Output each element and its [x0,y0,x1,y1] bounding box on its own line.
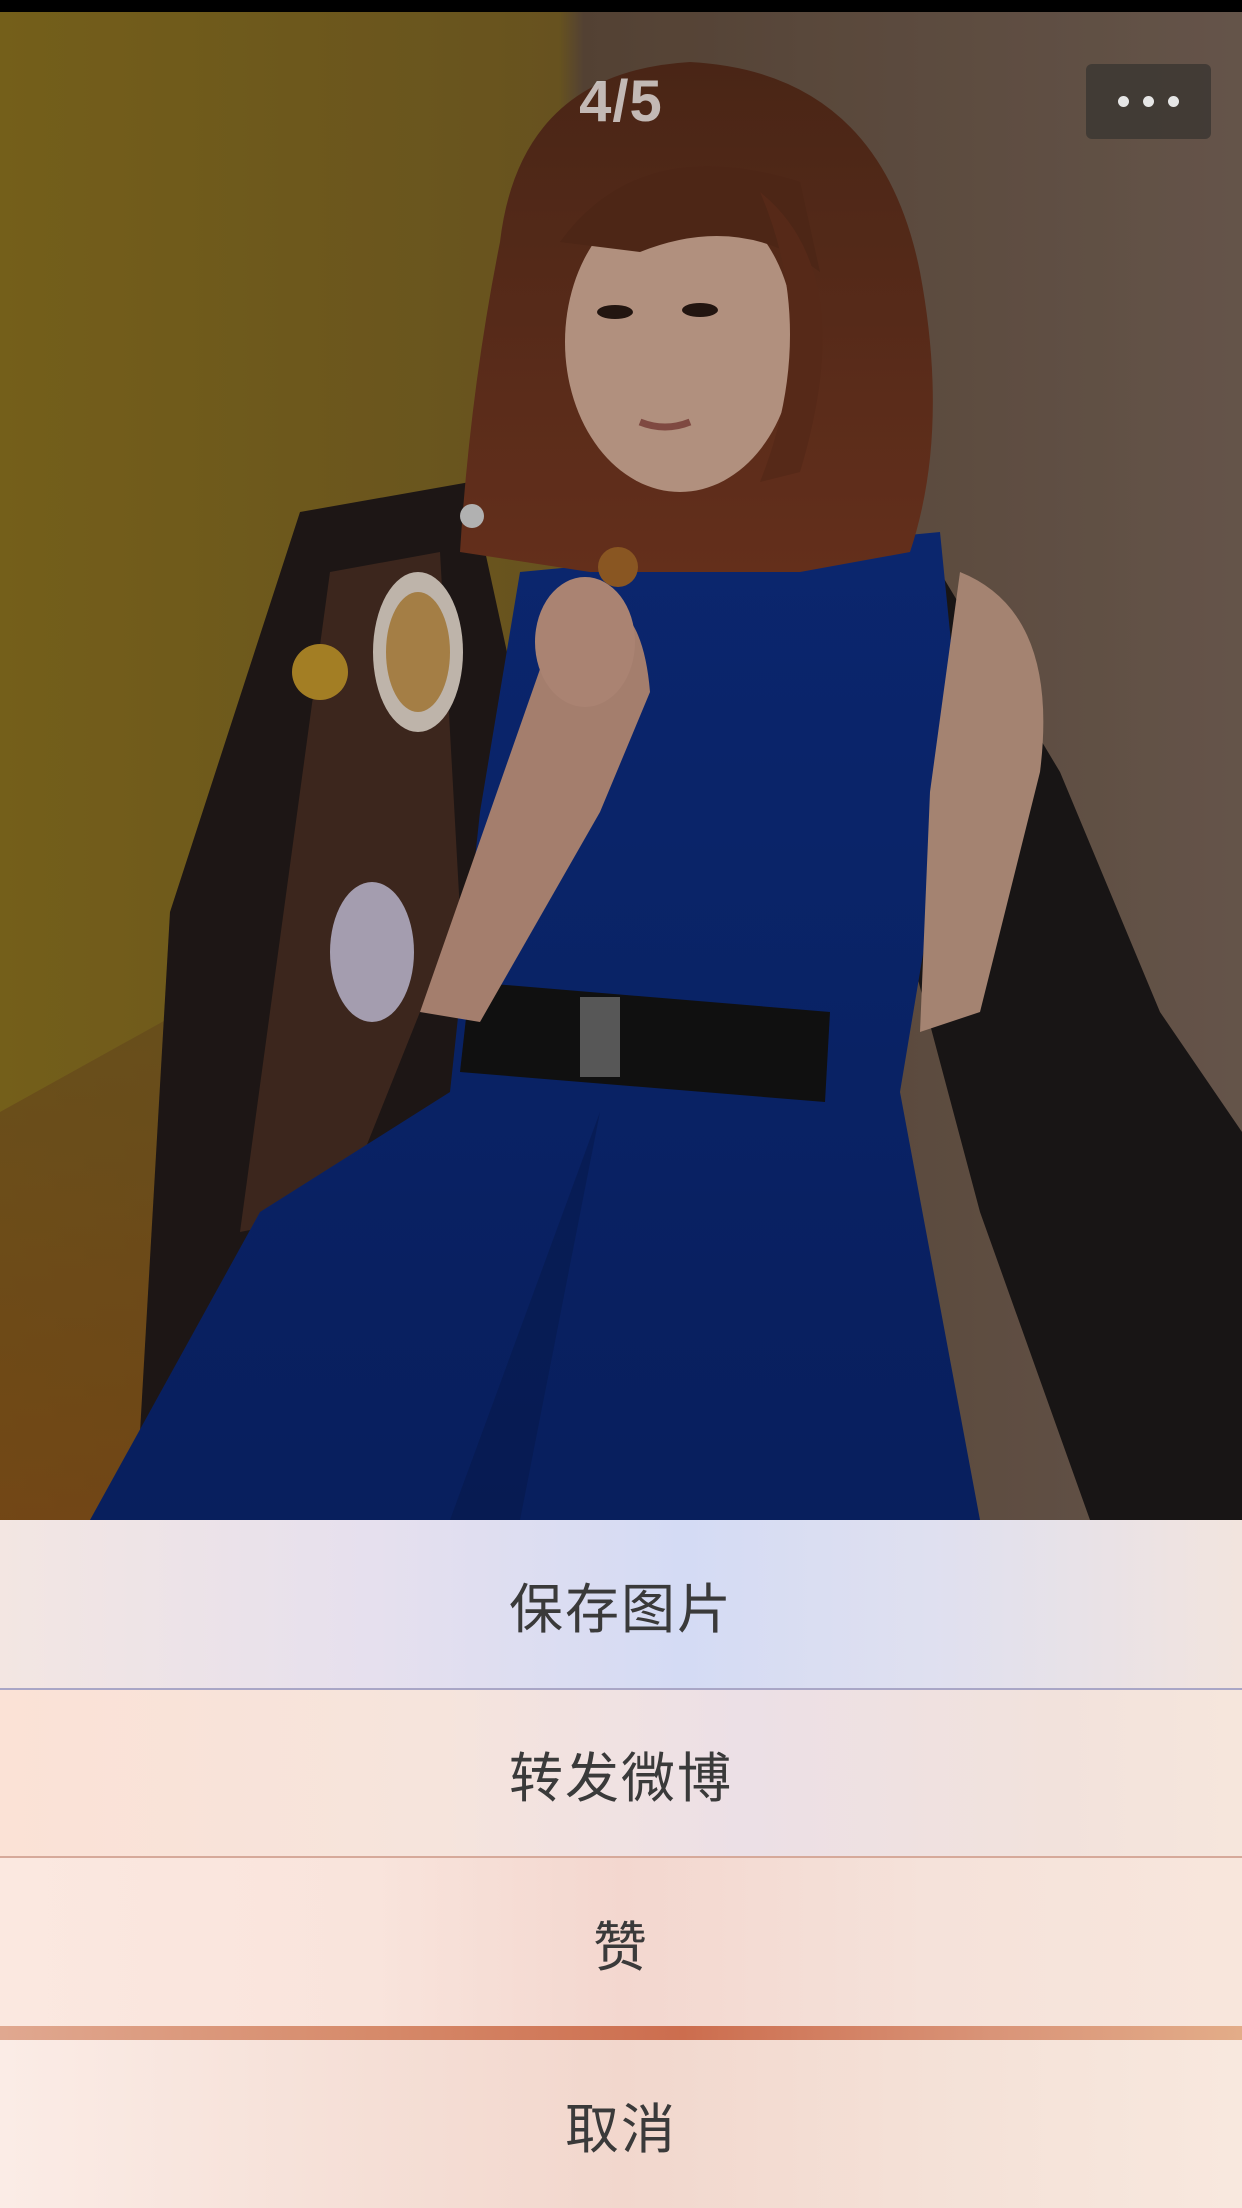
ellipsis-icon [1168,96,1179,107]
photo-viewer-screen: 4/5 保存图片 转发微博 赞 取消 [0,0,1242,2208]
save-image-button[interactable]: 保存图片 [0,1520,1242,1690]
cancel-button[interactable]: 取消 [0,2040,1242,2208]
like-button[interactable]: 赞 [0,1858,1242,2026]
ellipsis-icon [1143,96,1154,107]
photo-dim-overlay [0,12,1242,1520]
forward-weibo-button[interactable]: 转发微博 [0,1690,1242,1858]
image-counter: 4/5 [579,69,663,134]
photo[interactable] [0,12,1242,1520]
status-bar [0,0,1242,12]
action-sheet: 保存图片 转发微博 赞 取消 [0,1520,1242,2208]
ellipsis-icon [1118,96,1129,107]
more-options-button[interactable] [1086,64,1211,139]
sheet-separator [0,2026,1242,2040]
